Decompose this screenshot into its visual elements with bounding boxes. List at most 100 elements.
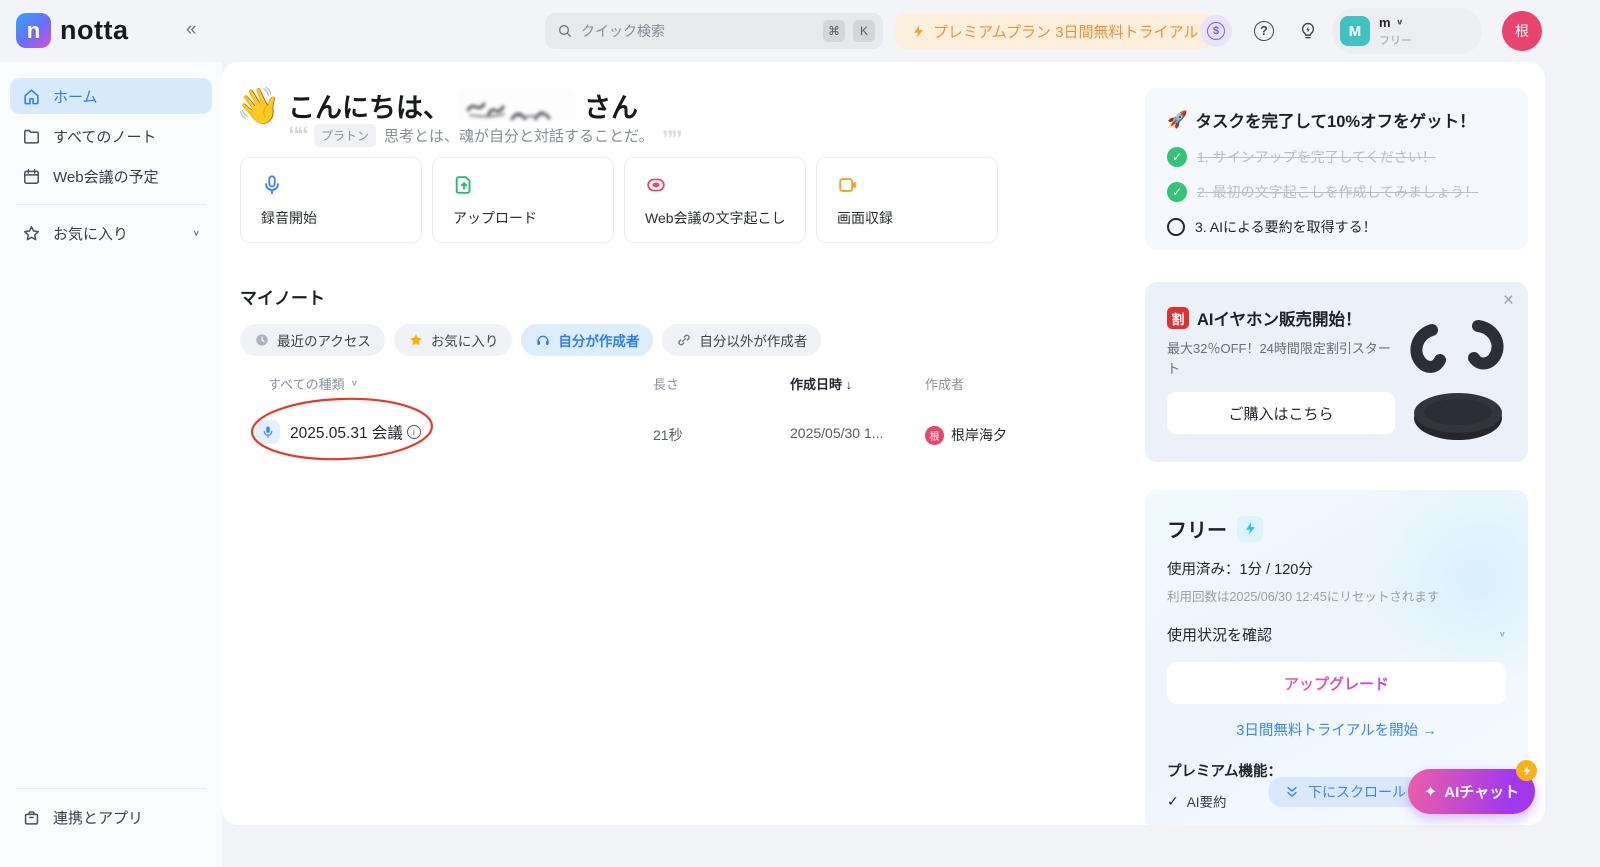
filter-favorites[interactable]: お気に入り [394,324,513,356]
info-icon[interactable]: i [407,425,421,439]
upload-card[interactable]: アップロード [432,157,614,243]
plan-lightning-icon [1237,516,1263,542]
task-item-first-transcript: ✓ 2. 最初の文字起こしを作成してみましょう！ [1167,182,1506,202]
usage-status-toggle[interactable]: 使用状況を確認 ∨ [1167,624,1506,645]
column-header-length[interactable]: 長さ [653,374,679,393]
type-filter-dropdown[interactable]: すべての種類 ∨ [268,374,358,393]
star-icon [22,224,41,243]
note-row[interactable]: 2025.05.31 会議 i 21秒 2025/05/30 1... 根 根岸… [222,410,1127,458]
quick-actions: 録音開始 アップロード Web会議の文字起こし 画面収録 [240,157,998,243]
search-input[interactable] [581,23,815,39]
user-name-redacted [458,90,576,122]
notta-logo-icon: n [16,13,51,48]
premium-trial-label: プレミアムプラン 3日間無料トライアル [933,21,1198,42]
plan-name: フリー [1167,514,1227,543]
greeting-prefix: こんにちは、 [288,86,450,125]
lightning-icon [911,24,926,39]
note-filters: 最近のアクセス お気に入り 自分が作成者 自分以外が作成者 [240,324,821,356]
note-type-icon [256,420,280,444]
column-header-created[interactable]: 作成日時 ↓ [790,374,852,393]
screen-record-icon [837,174,859,196]
filter-label: 自分が作成者 [558,330,639,350]
purchase-button[interactable]: ご購入はこちら [1167,392,1395,434]
chevron-down-icon: ∨ [1396,18,1404,27]
help-button[interactable]: ? [1248,15,1280,47]
check-circle-icon: ✓ [1167,182,1187,202]
meeting-transcribe-card[interactable]: Web会議の文字起こし [624,157,806,243]
main-content: 👋 こんにちは、 さん ““ プラトン 思考とは、魂が自分と対話することだ。 ”… [222,62,1545,825]
sidebar-item-label: お気に入り [53,223,128,244]
credits-button[interactable]: $ [1200,15,1232,47]
creator-name: 根岸海夕 [951,425,1007,445]
top-bar: n notta « ⌘ K プレミアムプラン 3日間無料トライアル $ ? M [0,0,1600,62]
sparkle-icon: ✦ [1424,782,1437,802]
quote-author-badge: プラトン [314,124,376,147]
coin-icon: $ [1207,22,1225,40]
sidebar-divider [16,788,206,789]
notta-logo[interactable]: n notta [16,13,128,48]
premium-trial-banner[interactable]: プレミアムプラン 3日間無料トライアル [895,13,1214,49]
action-label: Web会議の文字起こし [645,208,805,228]
sidebar-item-all-notes[interactable]: すべてのノート [10,118,212,154]
ai-chat-label: AIチャット [1444,781,1519,802]
discount-badge-icon: 割 [1167,307,1189,329]
quote-open-icon: ““ [288,129,306,143]
sidebar-item-label: ホーム [53,86,98,107]
double-chevron-down-icon [1284,784,1300,800]
sidebar-item-home[interactable]: ホーム [10,78,212,114]
note-creator: 根 根岸海夕 [925,425,1007,445]
whats-new-button[interactable] [1292,15,1324,47]
screen-record-card[interactable]: 画面収録 [816,157,998,243]
microphone-icon [261,425,275,439]
calendar-icon [22,167,41,186]
record-start-card[interactable]: 録音開始 [240,157,422,243]
filter-created-by-me[interactable]: 自分が作成者 [521,324,653,356]
action-label: 録音開始 [261,208,421,228]
column-header-creator[interactable]: 作成者 [925,374,964,393]
feature-transcription: ✓ 音声、文字起こし [1167,821,1506,825]
feature-label: 音声、文字起こし [1187,821,1295,825]
sidebar-collapse-icon[interactable]: « [186,19,197,41]
quote-text: 思考とは、魂が自分と対話することだ。 [384,125,654,146]
tasks-promo-card: 🚀 タスクを完了して10%オフをゲット！ ✓ 1. サインアップを完了してくださ… [1145,88,1528,250]
chevron-down-icon: ∨ [1499,630,1506,639]
feature-label: AI要約 [1187,791,1227,811]
filter-recent[interactable]: 最近のアクセス [240,324,385,356]
lightning-badge-icon [1516,760,1537,781]
type-filter-label: すべての種類 [268,374,345,393]
task-label: 1. サインアップを完了してください！ [1197,147,1436,167]
sidebar: ホーム すべてのノート Web会議の予定 お気に入り ∨ 連携とアプリ [0,62,222,867]
search-icon [557,23,573,39]
earphone-ad-card: × 割 AIイヤホン販売開始！ 最大32％OFF！24時間限定割引スタート ご購… [1145,282,1528,462]
check-icon: ✓ [1167,793,1179,810]
user-avatar[interactable]: 根 [1502,11,1542,51]
daily-quote: ““ プラトン 思考とは、魂が自分と対話することだ。 ”” [288,124,680,147]
tasks-title: タスクを完了して10%オフをゲット！ [1196,108,1476,132]
filter-label: 最近のアクセス [277,330,371,350]
sidebar-item-meeting-schedule[interactable]: Web会議の予定 [10,158,212,194]
note-length: 21秒 [653,425,683,445]
upload-file-icon [453,174,475,196]
upgrade-button[interactable]: アップグレード [1167,662,1506,704]
sidebar-item-label: 連携とアプリ [53,807,143,828]
filter-label: お気に入り [431,330,499,350]
sidebar-item-label: すべてのノート [53,126,156,147]
filter-created-by-others[interactable]: 自分以外が作成者 [662,324,821,356]
cmd-keycap: ⌘ [823,20,845,42]
close-icon[interactable]: × [1503,290,1514,312]
home-icon [22,87,41,106]
greeting-title: こんにちは、 さん [288,86,638,125]
creator-avatar: 根 [925,426,944,445]
sidebar-item-favorites[interactable]: お気に入り ∨ [10,215,212,251]
sidebar-item-integrations[interactable]: 連携とアプリ [10,799,212,835]
quick-search-bar[interactable]: ⌘ K [545,13,883,49]
scroll-hint-label: 下にスクロール [1308,782,1406,802]
scroll-down-hint[interactable]: 下にスクロール [1268,777,1422,807]
star-icon [408,332,424,348]
ad-title: AIイヤホン販売開始！ [1197,306,1362,330]
start-trial-link[interactable]: 3日間無料トライアルを開始 → [1167,719,1506,740]
ai-chat-button[interactable]: ✦ AIチャット [1408,769,1535,814]
task-item-ai-summary[interactable]: 3. AIによる要約を取得する！ [1167,217,1506,237]
microphone-icon [261,174,283,196]
workspace-switcher[interactable]: M m ∨ フリー [1332,8,1482,54]
